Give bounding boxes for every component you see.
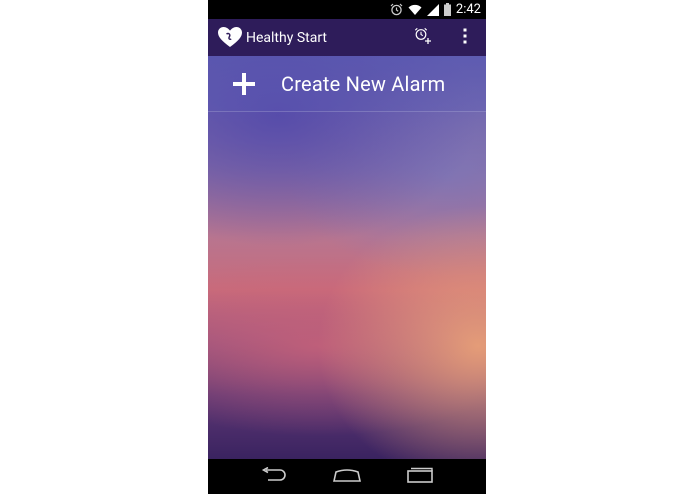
home-button[interactable] <box>327 462 367 492</box>
status-time: 2:42 <box>455 2 481 17</box>
app-title: Healthy Start <box>246 29 327 46</box>
plus-icon <box>233 72 255 95</box>
overflow-menu-button[interactable] <box>444 19 486 56</box>
recents-icon <box>406 467 434 487</box>
wifi-icon <box>408 4 422 16</box>
add-alarm-icon <box>414 27 432 49</box>
add-alarm-button[interactable] <box>402 19 444 56</box>
battery-icon <box>443 3 451 16</box>
signal-icon <box>426 3 439 16</box>
back-button[interactable] <box>254 462 294 492</box>
back-icon <box>260 466 288 487</box>
navigation-bar <box>208 459 486 494</box>
action-bar-actions <box>402 19 486 56</box>
status-bar: 2:42 <box>208 0 486 19</box>
main-content: Create New Alarm <box>208 56 486 459</box>
heart-icon[interactable] <box>218 27 242 49</box>
alarm-icon <box>390 3 403 16</box>
recents-button[interactable] <box>400 462 440 492</box>
home-icon <box>332 467 362 486</box>
action-bar: Healthy Start <box>208 19 486 56</box>
phone-screen: 2:42 Healthy Start Create New Alarm <box>208 0 486 494</box>
create-new-alarm-button[interactable]: Create New Alarm <box>208 56 486 112</box>
create-new-alarm-label: Create New Alarm <box>281 71 446 96</box>
overflow-menu-icon <box>463 28 467 48</box>
